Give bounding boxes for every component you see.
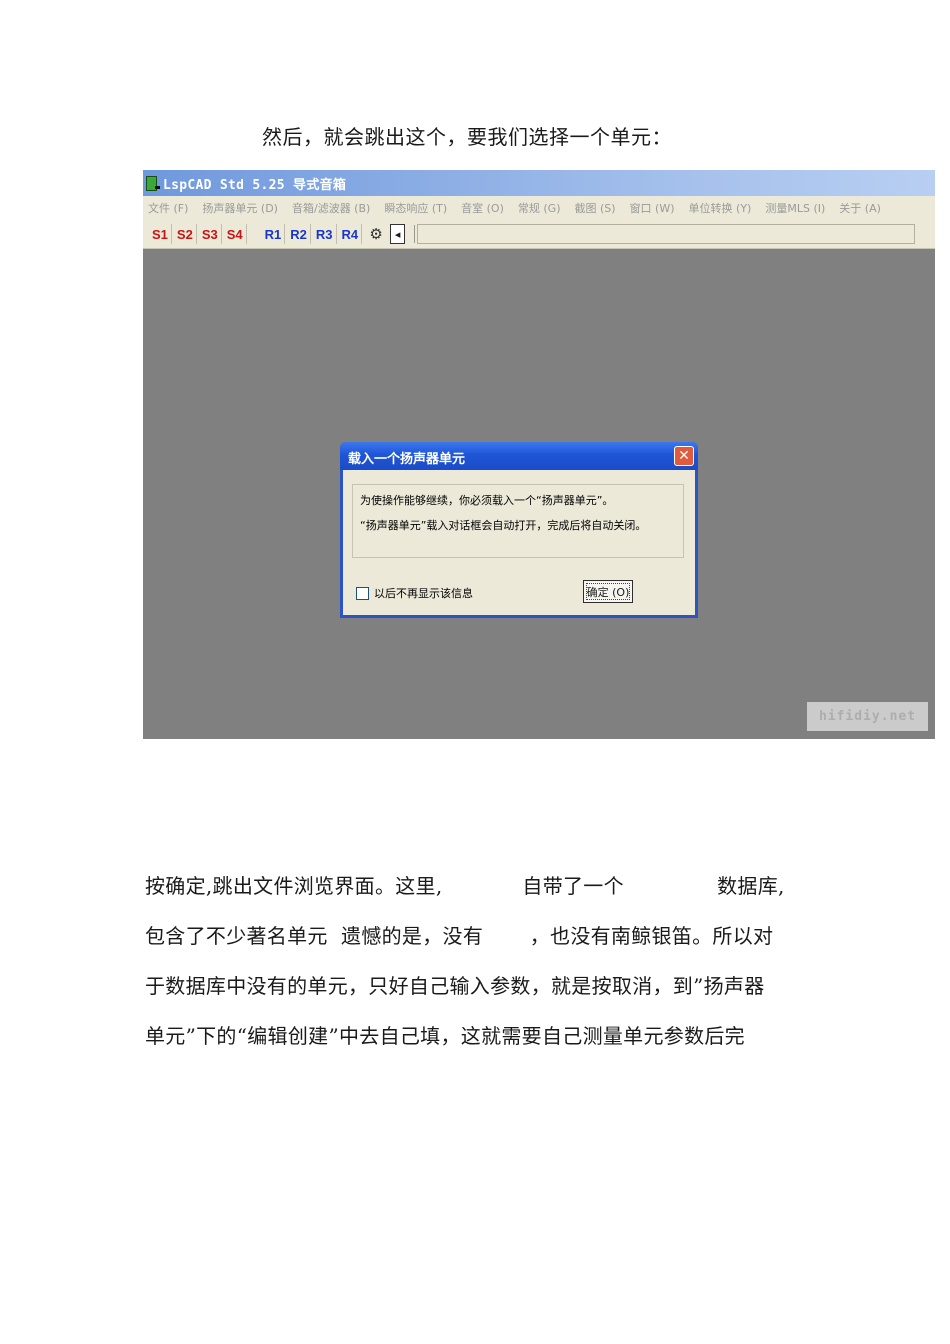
flag-tool-icon[interactable]: ◂ (390, 224, 406, 244)
menu-box-filter[interactable]: 音箱/滤波器 (B) (292, 200, 370, 216)
menu-screenshot[interactable]: 截图 (S) (575, 200, 616, 216)
r2-button[interactable]: R2 (287, 224, 311, 244)
menu-driver[interactable]: 扬声器单元 (D) (202, 200, 278, 216)
ok-button[interactable]: 确定 (O) (583, 580, 633, 603)
dont-show-again-checkbox[interactable] (356, 587, 369, 600)
r4-button[interactable]: R4 (339, 224, 363, 244)
paragraph-line-4: 单元”下的“编辑创建”中去自己填，这就需要自己测量单元参数后完 (145, 1024, 745, 1048)
watermark: hifidiy.net (807, 702, 928, 731)
dialog-message-2: “扬声器单元”载入对话框会自动打开，完成后将自动关闭。 (360, 519, 647, 532)
intro-line: 然后，就会跳出这个，要我们选择一个单元： (262, 125, 672, 149)
r3-button[interactable]: R3 (313, 224, 337, 244)
menu-transient[interactable]: 瞬态响应 (T) (384, 200, 447, 216)
load-driver-dialog: 载入一个扬声器单元 ✕ 为使操作能够继续，你必须载入一个“扬声器单元”。 “扬声… (340, 442, 698, 618)
menu-file[interactable]: 文件 (F) (148, 200, 188, 216)
menu-general[interactable]: 常规 (G) (518, 200, 561, 216)
menu-bar: 文件 (F) 扬声器单元 (D) 音箱/滤波器 (B) 瞬态响应 (T) 音室 … (143, 196, 935, 220)
menu-window[interactable]: 窗口 (W) (630, 200, 675, 216)
s3-button[interactable]: S3 (199, 224, 222, 244)
dialog-title: 载入一个扬声器单元 (348, 452, 466, 467)
s1-button[interactable]: S1 (149, 224, 172, 244)
title-bar: LspCAD Std 5.25 导式音箱 (143, 170, 935, 196)
dialog-message-1: 为使操作能够继续，你必须载入一个“扬声器单元”。 (360, 494, 614, 507)
app-screenshot: LspCAD Std 5.25 导式音箱 文件 (F) 扬声器单元 (D) 音箱… (143, 170, 935, 739)
paragraph-line-2: 包含了不少著名单元 遗憾的是，没有 ，也没有南鲸银笛。所以对 (145, 924, 774, 948)
menu-room[interactable]: 音室 (O) (461, 200, 504, 216)
dont-show-again-label: 以后不再显示该信息 (374, 587, 473, 600)
window-title: LspCAD Std 5.25 导式音箱 (163, 177, 347, 193)
message-group: 为使操作能够继续，你必须载入一个“扬声器单元”。 “扬声器单元”载入对话框会自动… (352, 484, 684, 558)
toolbar-separator (414, 225, 416, 243)
toolbar: S1 S2 S3 S4 R1 R2 R3 R4 ⚙ ◂ (143, 220, 935, 249)
menu-about[interactable]: 关于 (A) (839, 200, 881, 216)
speaker-tool-icon[interactable]: ⚙ (366, 224, 386, 244)
s2-button[interactable]: S2 (174, 224, 197, 244)
app-icon (146, 175, 160, 191)
menu-measure-mls[interactable]: 测量MLS (I) (765, 200, 825, 216)
menu-unit-convert[interactable]: 单位转换 (Y) (689, 200, 752, 216)
dialog-title-bar: 载入一个扬声器单元 ✕ (340, 442, 698, 470)
paragraph-line-1: 按确定,跳出文件浏览界面。这里, 自带了一个 数据库, (145, 874, 785, 898)
toolbar-status-field (417, 224, 916, 244)
paragraph-line-3: 于数据库中没有的单元，只好自己输入参数，就是按取消，到”扬声器 (145, 974, 765, 998)
close-icon[interactable]: ✕ (674, 446, 694, 466)
dialog-body: 为使操作能够继续，你必须载入一个“扬声器单元”。 “扬声器单元”载入对话框会自动… (343, 470, 695, 615)
s4-button[interactable]: S4 (224, 224, 247, 244)
r1-button[interactable]: R1 (262, 224, 286, 244)
